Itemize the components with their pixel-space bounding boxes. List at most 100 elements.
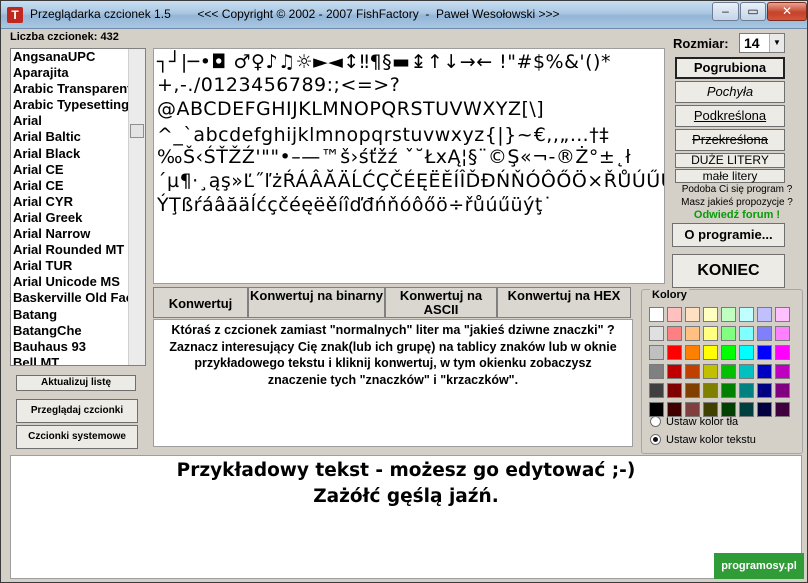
- color-swatch[interactable]: [757, 364, 772, 379]
- font-list-item[interactable]: Arial CE: [11, 162, 128, 178]
- font-list-item[interactable]: Bauhaus 93: [11, 339, 128, 355]
- color-swatch[interactable]: [775, 383, 790, 398]
- font-list-item[interactable]: Arial CYR: [11, 194, 128, 210]
- forum-link[interactable]: Odwiedź forum !: [667, 209, 807, 221]
- strikethrough-button[interactable]: Przekreślona: [675, 129, 785, 151]
- about-button[interactable]: O programie...: [672, 223, 785, 247]
- font-list-item[interactable]: Bell MT: [11, 355, 128, 365]
- color-swatch[interactable]: [721, 364, 736, 379]
- underline-button[interactable]: Podkreślona: [675, 105, 785, 127]
- color-swatch[interactable]: [685, 364, 700, 379]
- color-swatch[interactable]: [649, 402, 664, 417]
- font-list-item[interactable]: Arial Baltic: [11, 129, 128, 145]
- exit-button[interactable]: KONIEC: [672, 254, 785, 288]
- scrollbar-thumb[interactable]: [130, 124, 144, 138]
- convert-button[interactable]: Konwertuj: [153, 287, 248, 318]
- font-list-scrollbar[interactable]: [128, 49, 145, 365]
- color-swatch[interactable]: [721, 383, 736, 398]
- color-swatch[interactable]: [667, 307, 682, 322]
- color-swatch[interactable]: [667, 383, 682, 398]
- font-list-item[interactable]: Arial Black: [11, 146, 128, 162]
- character-map[interactable]: ┐┘|─•◘ ♂♀♪♫☼►◄↕‼¶§▬↨↑↓→← !"#$%&'()* +,-.…: [153, 48, 665, 284]
- color-swatch[interactable]: [667, 345, 682, 360]
- color-swatch[interactable]: [775, 307, 790, 322]
- font-list-item[interactable]: Aparajita: [11, 65, 128, 81]
- color-swatch[interactable]: [757, 307, 772, 322]
- font-list-item[interactable]: Arabic Typesetting: [11, 97, 128, 113]
- italic-button[interactable]: Pochyła: [675, 81, 785, 103]
- radio-checked-icon[interactable]: [650, 434, 661, 445]
- color-swatch[interactable]: [775, 345, 790, 360]
- system-fonts-button[interactable]: Czcionki systemowe: [16, 425, 138, 449]
- color-swatch[interactable]: [757, 402, 772, 417]
- color-swatch[interactable]: [685, 345, 700, 360]
- conversion-output[interactable]: Któraś z czcionek zamiast "normalnych" l…: [153, 319, 633, 447]
- convert-binary-button[interactable]: Konwertuj na binarny: [248, 287, 385, 318]
- color-swatch[interactable]: [757, 326, 772, 341]
- maximize-button[interactable]: ▭: [740, 2, 766, 21]
- color-swatch[interactable]: [649, 326, 664, 341]
- font-list-item[interactable]: BatangChe: [11, 323, 128, 339]
- minimize-button[interactable]: –: [712, 2, 739, 21]
- color-swatch[interactable]: [685, 402, 700, 417]
- color-swatch[interactable]: [721, 345, 736, 360]
- bg-color-radio[interactable]: Ustaw kolor tła: [650, 416, 738, 430]
- bold-button[interactable]: Pogrubiona: [675, 57, 785, 79]
- color-swatch[interactable]: [649, 307, 664, 322]
- color-swatch[interactable]: [667, 364, 682, 379]
- font-list-item[interactable]: AngsanaUPC: [11, 49, 128, 65]
- color-swatch[interactable]: [703, 364, 718, 379]
- convert-hex-button[interactable]: Konwertuj na HEX: [497, 287, 631, 318]
- color-swatch[interactable]: [739, 345, 754, 360]
- size-select[interactable]: 14 ▼: [739, 33, 785, 53]
- font-list-item[interactable]: Arabic Transparent: [11, 81, 128, 97]
- convert-ascii-button[interactable]: Konwertuj na ASCII: [385, 287, 497, 318]
- color-swatch[interactable]: [649, 345, 664, 360]
- font-list-item[interactable]: Arial Rounded MT Bold: [11, 242, 128, 258]
- font-list-item[interactable]: Arial: [11, 113, 128, 129]
- color-swatch[interactable]: [703, 345, 718, 360]
- color-swatch[interactable]: [757, 345, 772, 360]
- color-swatch[interactable]: [703, 402, 718, 417]
- color-swatch[interactable]: [685, 383, 700, 398]
- color-swatch[interactable]: [775, 402, 790, 417]
- font-list-item[interactable]: Arial Greek: [11, 210, 128, 226]
- font-list-item[interactable]: Arial Narrow: [11, 226, 128, 242]
- font-list[interactable]: AngsanaUPC Aparajita Arabic Transparent Ara…: [10, 48, 146, 366]
- color-swatch[interactable]: [703, 307, 718, 322]
- close-button[interactable]: ✕: [767, 2, 807, 21]
- color-swatch[interactable]: [739, 402, 754, 417]
- color-swatch[interactable]: [739, 364, 754, 379]
- font-list-item[interactable]: Arial Unicode MS: [11, 274, 128, 290]
- color-swatch[interactable]: [667, 402, 682, 417]
- title-bar[interactable]: T Przeglądarka czcionek 1.5 <<< Copyrigh…: [1, 1, 807, 29]
- font-list-item[interactable]: Arial CE: [11, 178, 128, 194]
- color-swatch[interactable]: [649, 383, 664, 398]
- lowercase-button[interactable]: małe litery: [675, 169, 785, 183]
- color-swatch[interactable]: [721, 402, 736, 417]
- browse-fonts-button[interactable]: Przeglądaj czcionki: [16, 399, 138, 423]
- color-swatch[interactable]: [775, 326, 790, 341]
- color-swatch[interactable]: [703, 326, 718, 341]
- color-swatch[interactable]: [721, 326, 736, 341]
- color-swatch[interactable]: [739, 383, 754, 398]
- uppercase-button[interactable]: DUŻE LITERY: [675, 153, 785, 168]
- color-swatch[interactable]: [775, 364, 790, 379]
- color-swatch[interactable]: [757, 383, 772, 398]
- text-color-radio[interactable]: Ustaw kolor tekstu: [650, 434, 756, 448]
- color-swatch[interactable]: [739, 326, 754, 341]
- color-swatch[interactable]: [721, 307, 736, 322]
- refresh-list-button[interactable]: Aktualizuj listę: [16, 375, 136, 391]
- color-swatch[interactable]: [703, 383, 718, 398]
- color-swatch[interactable]: [685, 307, 700, 322]
- color-swatch[interactable]: [649, 364, 664, 379]
- font-list-item[interactable]: Arial TUR: [11, 258, 128, 274]
- color-swatch[interactable]: [667, 326, 682, 341]
- color-swatch[interactable]: [685, 326, 700, 341]
- font-list-item[interactable]: Batang: [11, 307, 128, 323]
- font-list-item[interactable]: Baskerville Old Face: [11, 290, 128, 306]
- sample-text-editor[interactable]: Przykładowy tekst - możesz go edytować ;…: [10, 455, 802, 579]
- radio-icon[interactable]: [650, 416, 661, 427]
- color-swatch[interactable]: [739, 307, 754, 322]
- chevron-down-icon[interactable]: ▼: [769, 34, 784, 52]
